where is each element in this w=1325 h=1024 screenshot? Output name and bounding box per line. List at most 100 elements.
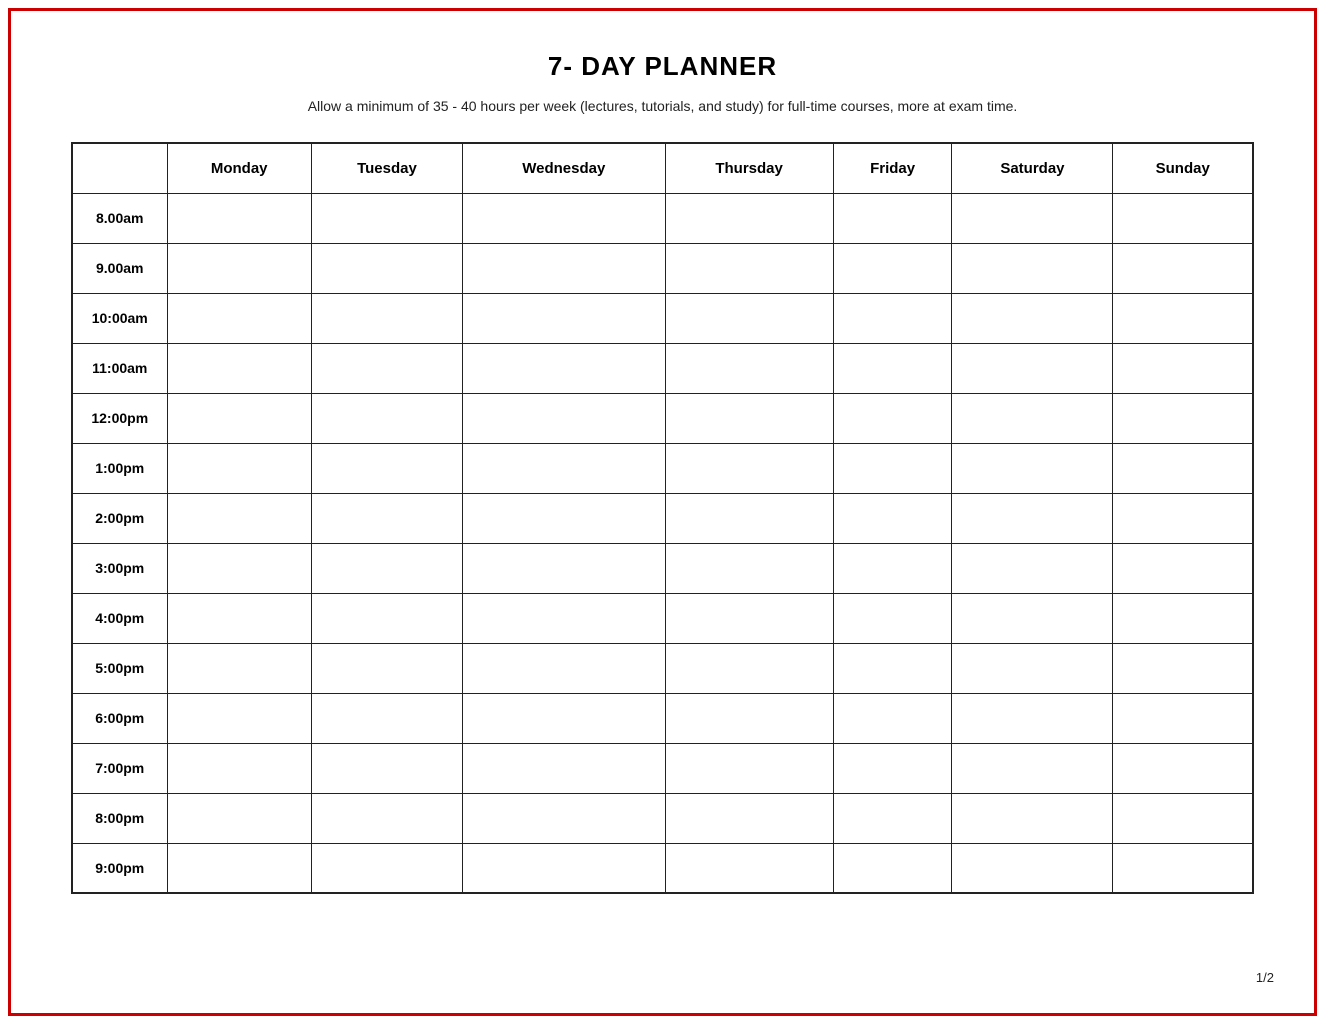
day-cell[interactable]: [665, 643, 833, 693]
day-cell[interactable]: [311, 393, 462, 443]
day-cell[interactable]: [1113, 643, 1253, 693]
day-cell[interactable]: [1113, 593, 1253, 643]
day-cell[interactable]: [463, 843, 665, 893]
day-cell[interactable]: [1113, 493, 1253, 543]
day-cell[interactable]: [833, 393, 952, 443]
day-cell[interactable]: [463, 543, 665, 593]
day-cell[interactable]: [311, 493, 462, 543]
day-cell[interactable]: [311, 343, 462, 393]
day-cell[interactable]: [463, 493, 665, 543]
day-cell[interactable]: [665, 843, 833, 893]
day-cell[interactable]: [952, 243, 1113, 293]
day-cell[interactable]: [463, 693, 665, 743]
day-cell[interactable]: [1113, 343, 1253, 393]
day-cell[interactable]: [311, 643, 462, 693]
day-cell[interactable]: [952, 193, 1113, 243]
day-cell[interactable]: [463, 343, 665, 393]
day-cell[interactable]: [952, 493, 1113, 543]
day-cell[interactable]: [311, 793, 462, 843]
day-cell[interactable]: [311, 843, 462, 893]
day-cell[interactable]: [167, 393, 311, 443]
day-cell[interactable]: [311, 693, 462, 743]
day-cell[interactable]: [1113, 243, 1253, 293]
day-cell[interactable]: [833, 743, 952, 793]
day-cell[interactable]: [833, 443, 952, 493]
day-cell[interactable]: [167, 243, 311, 293]
day-cell[interactable]: [665, 593, 833, 643]
day-cell[interactable]: [952, 843, 1113, 893]
day-cell[interactable]: [311, 543, 462, 593]
day-cell[interactable]: [952, 443, 1113, 493]
day-cell[interactable]: [463, 393, 665, 443]
day-cell[interactable]: [463, 443, 665, 493]
day-cell[interactable]: [167, 193, 311, 243]
day-cell[interactable]: [833, 543, 952, 593]
day-cell[interactable]: [1113, 793, 1253, 843]
day-cell[interactable]: [665, 343, 833, 393]
day-cell[interactable]: [167, 593, 311, 643]
day-cell[interactable]: [311, 743, 462, 793]
day-cell[interactable]: [952, 793, 1113, 843]
day-cell[interactable]: [1113, 393, 1253, 443]
day-cell[interactable]: [167, 793, 311, 843]
day-cell[interactable]: [665, 793, 833, 843]
day-cell[interactable]: [665, 693, 833, 743]
day-cell[interactable]: [167, 543, 311, 593]
day-cell[interactable]: [1113, 193, 1253, 243]
day-cell[interactable]: [167, 443, 311, 493]
day-cell[interactable]: [311, 243, 462, 293]
day-cell[interactable]: [952, 743, 1113, 793]
day-cell[interactable]: [463, 643, 665, 693]
day-cell[interactable]: [463, 293, 665, 343]
day-cell[interactable]: [833, 843, 952, 893]
day-cell[interactable]: [1113, 743, 1253, 793]
day-cell[interactable]: [167, 843, 311, 893]
day-cell[interactable]: [167, 293, 311, 343]
day-cell[interactable]: [311, 193, 462, 243]
day-cell[interactable]: [665, 243, 833, 293]
day-cell[interactable]: [167, 643, 311, 693]
day-cell[interactable]: [167, 343, 311, 393]
day-cell[interactable]: [952, 693, 1113, 743]
day-cell[interactable]: [463, 193, 665, 243]
day-cell[interactable]: [665, 743, 833, 793]
day-cell[interactable]: [833, 193, 952, 243]
day-cell[interactable]: [463, 743, 665, 793]
day-cell[interactable]: [167, 693, 311, 743]
day-cell[interactable]: [833, 293, 952, 343]
day-cell[interactable]: [833, 793, 952, 843]
day-cell[interactable]: [952, 543, 1113, 593]
day-cell[interactable]: [952, 593, 1113, 643]
subtitle: Allow a minimum of 35 - 40 hours per wee…: [71, 98, 1254, 114]
day-cell[interactable]: [833, 243, 952, 293]
day-cell[interactable]: [665, 393, 833, 443]
day-cell[interactable]: [665, 193, 833, 243]
day-cell[interactable]: [311, 593, 462, 643]
day-cell[interactable]: [952, 393, 1113, 443]
day-cell[interactable]: [463, 793, 665, 843]
day-cell[interactable]: [952, 643, 1113, 693]
day-cell[interactable]: [311, 443, 462, 493]
header-wednesday: Wednesday: [463, 143, 665, 193]
day-cell[interactable]: [1113, 293, 1253, 343]
day-cell[interactable]: [952, 293, 1113, 343]
day-cell[interactable]: [167, 493, 311, 543]
day-cell[interactable]: [1113, 693, 1253, 743]
day-cell[interactable]: [833, 343, 952, 393]
day-cell[interactable]: [952, 343, 1113, 393]
day-cell[interactable]: [1113, 843, 1253, 893]
day-cell[interactable]: [665, 543, 833, 593]
day-cell[interactable]: [1113, 543, 1253, 593]
day-cell[interactable]: [833, 693, 952, 743]
day-cell[interactable]: [833, 643, 952, 693]
day-cell[interactable]: [463, 593, 665, 643]
day-cell[interactable]: [311, 293, 462, 343]
day-cell[interactable]: [463, 243, 665, 293]
day-cell[interactable]: [833, 493, 952, 543]
day-cell[interactable]: [833, 593, 952, 643]
day-cell[interactable]: [665, 443, 833, 493]
day-cell[interactable]: [167, 743, 311, 793]
day-cell[interactable]: [665, 293, 833, 343]
day-cell[interactable]: [1113, 443, 1253, 493]
day-cell[interactable]: [665, 493, 833, 543]
